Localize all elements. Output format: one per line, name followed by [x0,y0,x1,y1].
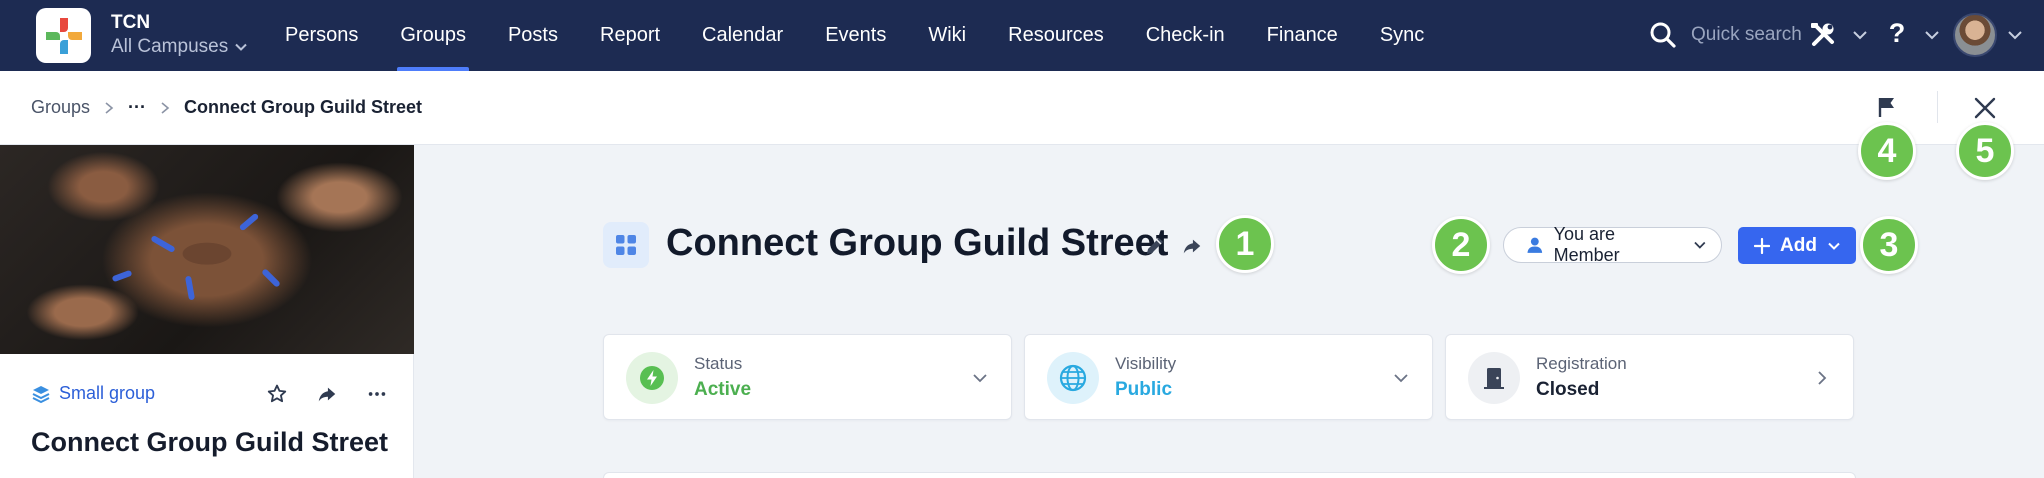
toolbar-divider [1937,91,1938,123]
annotation-marker-2: 2 [1432,216,1490,274]
nav-item-report[interactable]: Report [579,0,681,71]
edit-icon[interactable] [1144,235,1166,257]
chevron-down-icon [235,43,247,51]
search-icon[interactable] [1648,20,1678,50]
user-avatar[interactable] [1953,13,1997,57]
flag-icon[interactable] [1875,95,1899,119]
nav-item-calendar[interactable]: Calendar [681,0,804,71]
chevron-down-icon [1694,241,1706,249]
nav-item-posts[interactable]: Posts [487,0,579,71]
add-button[interactable]: Add [1738,227,1856,264]
breadcrumb: Groups ··· Connect Group Guild Street [31,97,422,118]
registration-value: Closed [1536,379,1600,400]
breadcrumb-ellipsis[interactable]: ··· [128,97,146,118]
more-options-icon[interactable] [364,381,390,407]
nav-item-wiki[interactable]: Wiki [907,0,987,71]
membership-label: You are Member [1553,224,1620,265]
nav-item-check-in[interactable]: Check-in [1125,0,1246,71]
quick-search-input[interactable]: Quick search [1691,24,1802,46]
visibility-value: Public [1115,379,1173,400]
share-icon[interactable] [314,381,340,407]
app-logo[interactable] [36,8,91,63]
person-icon [1527,237,1543,253]
group-type-label: Small group [59,383,156,403]
door-icon [1484,368,1504,389]
annotation-marker-4: 4 [1858,122,1916,180]
nav-item-events[interactable]: Events [804,0,907,71]
chevron-right-icon [105,101,114,114]
globe-icon [1059,364,1087,392]
bolt-icon [640,366,664,390]
logo-cross-icon [45,17,82,54]
campus-label: All Campuses [111,36,229,57]
breadcrumb-groups-link[interactable]: Groups [31,97,90,118]
visibility-label: Visibility [1115,354,1177,373]
nav-item-finance[interactable]: Finance [1246,0,1359,71]
status-value: Active [694,379,752,400]
content-card-top-edge [603,472,1856,478]
chevron-down-icon [1828,242,1840,250]
group-cover-image [0,145,414,354]
tools-chevron-down-icon[interactable] [1852,27,1868,43]
star-icon[interactable] [264,381,290,407]
chevron-down-icon [973,374,987,383]
registration-icon-wrap [1468,352,1520,404]
org-switcher[interactable]: TCN All Campuses [111,12,248,58]
grid-icon [616,235,636,255]
add-label: Add [1780,234,1817,256]
registration-label: Registration [1536,354,1627,373]
chevron-down-icon [1394,374,1408,383]
main-nav: Persons Groups Posts Report Calendar Eve… [264,0,1445,71]
close-icon[interactable] [1972,95,1998,121]
status-card[interactable]: Status Active [603,334,1012,420]
layers-icon [32,385,50,403]
chevron-right-icon [1818,371,1827,385]
nav-item-groups[interactable]: Groups [379,0,487,71]
page-title: Connect Group Guild Street [666,222,1169,264]
status-label: Status [694,354,743,373]
top-navigation-bar: TCN All Campuses Persons Groups Posts Re… [0,0,2044,71]
chevron-right-icon [161,101,170,114]
visibility-icon-wrap [1047,352,1099,404]
visibility-card[interactable]: Visibility Public [1024,334,1433,420]
account-chevron-down-icon[interactable] [2007,27,2023,43]
registration-card[interactable]: Registration Closed [1445,334,1854,420]
org-name: TCN [111,12,151,33]
sidebar-group-title: Connect Group Guild Street [31,427,389,457]
campus-selector[interactable]: All Campuses [111,36,248,58]
tools-icon[interactable] [1808,20,1838,50]
membership-button[interactable]: You are Member [1503,224,1722,265]
nav-item-resources[interactable]: Resources [987,0,1125,71]
breadcrumb-current: Connect Group Guild Street [184,97,423,117]
help-icon[interactable]: ? [1886,18,1908,49]
annotation-marker-5: 5 [1956,122,2014,180]
help-chevron-down-icon[interactable] [1924,27,1940,43]
plus-icon [1754,237,1770,254]
group-type-tag[interactable]: Small group [31,383,155,404]
group-sidebar: Small group Connect Group Guild Street [0,145,414,478]
nav-item-sync[interactable]: Sync [1359,0,1445,71]
breadcrumb-bar: Groups ··· Connect Group Guild Street [0,71,2044,145]
annotation-marker-3: 3 [1860,216,1918,274]
share-icon[interactable] [1181,235,1203,257]
group-type-icon [603,222,649,268]
status-icon-wrap [626,352,678,404]
nav-item-persons[interactable]: Persons [264,0,379,71]
sidebar-actions [264,381,390,407]
annotation-marker-1: 1 [1216,215,1274,273]
